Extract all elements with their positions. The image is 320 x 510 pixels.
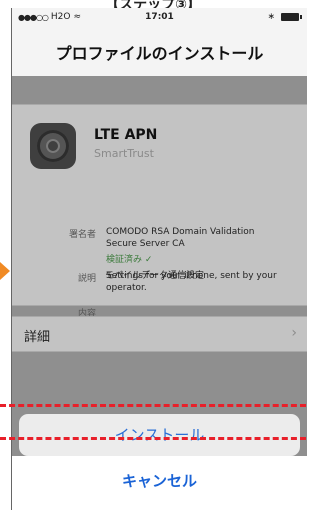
highlight-dash-top <box>0 404 306 407</box>
status-time: 17:01 <box>145 12 174 22</box>
chevron-right-icon: › <box>291 325 297 341</box>
signer-value-line1: COMODO RSA Domain Validation <box>106 227 255 237</box>
phone-screen: ●●●○○ H2O ≈ 17:01 ∗ プロファイルのインストール LTE AP… <box>11 8 307 510</box>
bluetooth-icon: ∗ <box>267 12 275 22</box>
install-button[interactable]: インストール <box>19 414 300 456</box>
signer-value-line2: Secure Server CA <box>106 239 185 249</box>
install-button-label: インストール <box>114 426 205 444</box>
profile-org: SmartTrust <box>94 147 154 160</box>
description-label: 説明 <box>77 274 96 284</box>
nav-bar: プロファイルのインストール <box>12 28 307 77</box>
status-bar: ●●●○○ H2O ≈ 17:01 ∗ <box>12 8 307 28</box>
settings-app-icon <box>30 123 76 169</box>
cancel-button-label: キャンセル <box>121 472 197 490</box>
profile-name: LTE APN <box>94 127 158 143</box>
cancel-button[interactable]: キャンセル <box>12 456 307 510</box>
gear-icon <box>37 130 69 162</box>
battery-icon <box>281 13 302 21</box>
details-row[interactable]: 詳細 › <box>12 316 307 352</box>
details-label: 詳細 <box>24 330 51 345</box>
description-value-line2: operator. <box>106 283 147 293</box>
signer-label: 署名者 <box>68 230 96 240</box>
pointer-arrow-icon <box>0 262 10 280</box>
verified-badge: 検証済み ✓ <box>106 255 153 265</box>
highlight-dash-bottom <box>0 437 306 440</box>
status-right: ∗ <box>267 12 302 22</box>
content-value: モバイルデータ通信設定 <box>105 271 205 281</box>
page-title: プロファイルのインストール <box>55 44 264 63</box>
